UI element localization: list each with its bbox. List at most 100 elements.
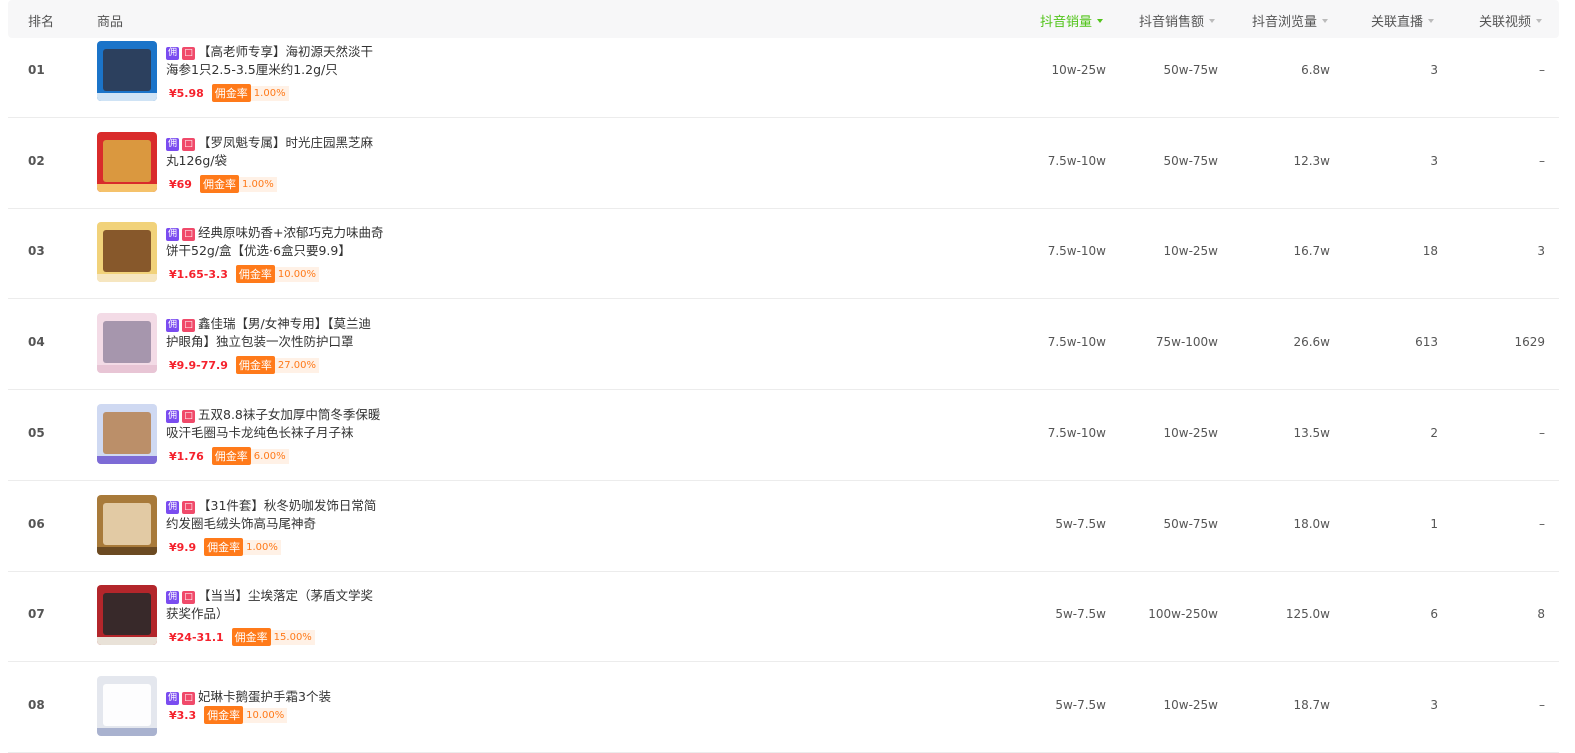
views-cell: 18.0w: [1293, 517, 1330, 531]
product-title-line-1[interactable]: 佣 □ 【31件套】秋冬奶咖发饰日常简: [166, 497, 396, 515]
product-title-line-2[interactable]: 丸126g/袋: [166, 152, 396, 170]
live-cell[interactable]: 2: [1368, 426, 1438, 440]
sales-cell: 7.5w-10w: [1047, 426, 1106, 440]
product-title-line-1[interactable]: 佣 □ 【当当】尘埃落定（茅盾文学奖: [166, 587, 396, 605]
product-title-line-2[interactable]: 约发圈毛绒头饰高马尾神奇: [166, 515, 396, 533]
live-cell[interactable]: 3: [1368, 154, 1438, 168]
thumbnail-band: [97, 365, 157, 373]
commission-tag-icon: 佣: [166, 228, 179, 241]
table-row[interactable]: 08 佣 □ 妃琳卡鹅蛋护手霜3个装 ¥3.3 佣金率 10.00% 5w-7.5w …: [8, 662, 1559, 753]
table-row[interactable]: 01 佣 □ 【高老师专享】海初源天然淡干 海参1只2.5-3.5厘米约1.2g/只…: [8, 27, 1559, 118]
table-row[interactable]: 07 佣 □ 【当当】尘埃落定（茅盾文学奖 获奖作品） ¥24-31.1 佣金率 15…: [8, 571, 1559, 662]
table-row[interactable]: 03 佣 □ 经典原味奶香+浓郁巧克力味曲奇 饼干52g/盒【优选·6盒只要9.9】…: [8, 208, 1559, 299]
product-title-line-1[interactable]: 佣 □ 妃琳卡鹅蛋护手霜3个装: [166, 688, 396, 706]
price-line: ¥9.9 佣金率 1.00%: [166, 538, 396, 556]
product-price: ¥69: [169, 177, 192, 191]
commission-rate: 1.00%: [250, 85, 289, 101]
live-cell[interactable]: 18: [1368, 244, 1438, 258]
video-cell[interactable]: –: [1468, 154, 1545, 168]
product-title-line-2[interactable]: 饼干52g/盒【优选·6盒只要9.9】: [166, 242, 396, 260]
live-cell[interactable]: 613: [1368, 335, 1438, 349]
product-title-line-1[interactable]: 佣 □ 【罗凤魁专属】时光庄园黑芝麻: [166, 134, 396, 152]
video-cell[interactable]: –: [1468, 698, 1545, 712]
product-thumbnail[interactable]: [97, 132, 157, 192]
commission-label: 佣金率: [199, 175, 239, 193]
sort-caret-icon: [1322, 19, 1329, 23]
views-cell: 16.7w: [1293, 244, 1330, 258]
commission-tag-icon: 佣: [166, 501, 179, 514]
product-title-line-2[interactable]: 吸汗毛圈马卡龙纯色长袜子月子袜: [166, 424, 396, 442]
product-thumbnail[interactable]: [97, 676, 157, 736]
product-price: ¥1.76: [169, 449, 204, 463]
commission-label: 佣金率: [235, 356, 275, 374]
price-line: ¥9.9-77.9 佣金率 27.00%: [166, 356, 396, 374]
live-cell[interactable]: 3: [1368, 63, 1438, 77]
product-title-line-1[interactable]: 佣 □ 五双8.8袜子女加厚中筒冬季保暖: [166, 406, 396, 424]
thumbnail-band: [97, 93, 157, 101]
product-price: ¥1.65-3.3: [169, 267, 228, 281]
thumbnail-image: [103, 230, 151, 272]
shop-tag-icon: □: [182, 410, 195, 423]
thumbnail-band: [97, 274, 157, 282]
product-title-line-2[interactable]: 护眼角】独立包装一次性防护口罩: [166, 333, 396, 351]
commission-label: 佣金率: [204, 706, 244, 724]
commission-tag-icon: 佣: [166, 47, 179, 60]
video-cell[interactable]: –: [1468, 426, 1545, 440]
rank-number: 04: [28, 335, 45, 349]
views-cell: 13.5w: [1293, 426, 1330, 440]
commission-rate: 10.00%: [274, 266, 319, 282]
table-row[interactable]: 05 佣 □ 五双8.8袜子女加厚中筒冬季保暖 吸汗毛圈马卡龙纯色长袜子月子袜 ¥1…: [8, 390, 1559, 481]
sort-caret-icon: [1428, 19, 1435, 23]
revenue-cell: 50w-75w: [1163, 517, 1219, 531]
commission-tag-icon: 佣: [166, 591, 179, 604]
shop-tag-icon: □: [182, 47, 195, 60]
sales-cell: 5w-7.5w: [1055, 607, 1106, 621]
thumbnail-image: [103, 503, 151, 545]
product-thumbnail[interactable]: [97, 585, 157, 645]
product-info: 佣 □ 【31件套】秋冬奶咖发饰日常简 约发圈毛绒头饰高马尾神奇 ¥9.9 佣金率 1…: [166, 497, 396, 556]
sales-cell: 7.5w-10w: [1047, 335, 1106, 349]
product-title-line-1[interactable]: 佣 □ 【高老师专享】海初源天然淡干: [166, 43, 396, 61]
rank-number: 05: [28, 426, 45, 440]
table-row[interactable]: 06 佣 □ 【31件套】秋冬奶咖发饰日常简 约发圈毛绒头饰高马尾神奇 ¥9.9 佣…: [8, 481, 1559, 572]
video-cell[interactable]: 3: [1468, 244, 1545, 258]
thumbnail-band: [97, 184, 157, 192]
live-cell[interactable]: 6: [1368, 607, 1438, 621]
commission-label: 佣金率: [211, 447, 251, 465]
sales-cell: 5w-7.5w: [1055, 517, 1106, 531]
product-thumbnail[interactable]: [97, 495, 157, 555]
revenue-cell: 50w-75w: [1163, 154, 1219, 168]
thumbnail-image: [103, 412, 151, 454]
table-row[interactable]: 02 佣 □ 【罗凤魁专属】时光庄园黑芝麻 丸126g/袋 ¥69 佣金率 1.00%…: [8, 118, 1559, 209]
product-title-line-2[interactable]: 获奖作品）: [166, 605, 396, 623]
product-thumbnail[interactable]: [97, 222, 157, 282]
live-cell[interactable]: 1: [1368, 517, 1438, 531]
views-cell: 125.0w: [1285, 607, 1330, 621]
product-thumbnail[interactable]: [97, 41, 157, 101]
shop-tag-icon: □: [182, 501, 195, 514]
price-line: ¥3.3 佣金率 10.00%: [166, 706, 396, 724]
product-title-line-1[interactable]: 佣 □ 经典原味奶香+浓郁巧克力味曲奇: [166, 224, 396, 242]
product-info: 佣 □ 鑫佳瑞【男/女神专用】【莫兰迪 护眼角】独立包装一次性防护口罩 ¥9.9-7…: [166, 315, 396, 374]
commission-tag-icon: 佣: [166, 410, 179, 423]
product-price: ¥9.9-77.9: [169, 358, 228, 372]
table-row[interactable]: 04 佣 □ 鑫佳瑞【男/女神专用】【莫兰迪 护眼角】独立包装一次性防护口罩 ¥9.…: [8, 299, 1559, 390]
thumbnail-image: [103, 321, 151, 363]
product-title-line-2[interactable]: 海参1只2.5-3.5厘米约1.2g/只: [166, 61, 396, 79]
live-cell[interactable]: 3: [1368, 698, 1438, 712]
video-cell[interactable]: 8: [1468, 607, 1545, 621]
product-price: ¥24-31.1: [169, 630, 224, 644]
shop-tag-icon: □: [182, 692, 195, 705]
commission-rate: 1.00%: [243, 539, 281, 555]
rank-number: 07: [28, 607, 45, 621]
product-title-line-1[interactable]: 佣 □ 鑫佳瑞【男/女神专用】【莫兰迪: [166, 315, 396, 333]
thumbnail-band: [97, 728, 157, 736]
video-cell[interactable]: –: [1468, 517, 1545, 531]
product-thumbnail[interactable]: [97, 404, 157, 464]
video-cell[interactable]: –: [1468, 63, 1545, 77]
commission-tag-icon: 佣: [166, 692, 179, 705]
product-thumbnail[interactable]: [97, 313, 157, 373]
commission-rate: 1.00%: [238, 176, 277, 192]
video-cell[interactable]: 1629: [1468, 335, 1545, 349]
rank-number: 03: [28, 244, 45, 258]
